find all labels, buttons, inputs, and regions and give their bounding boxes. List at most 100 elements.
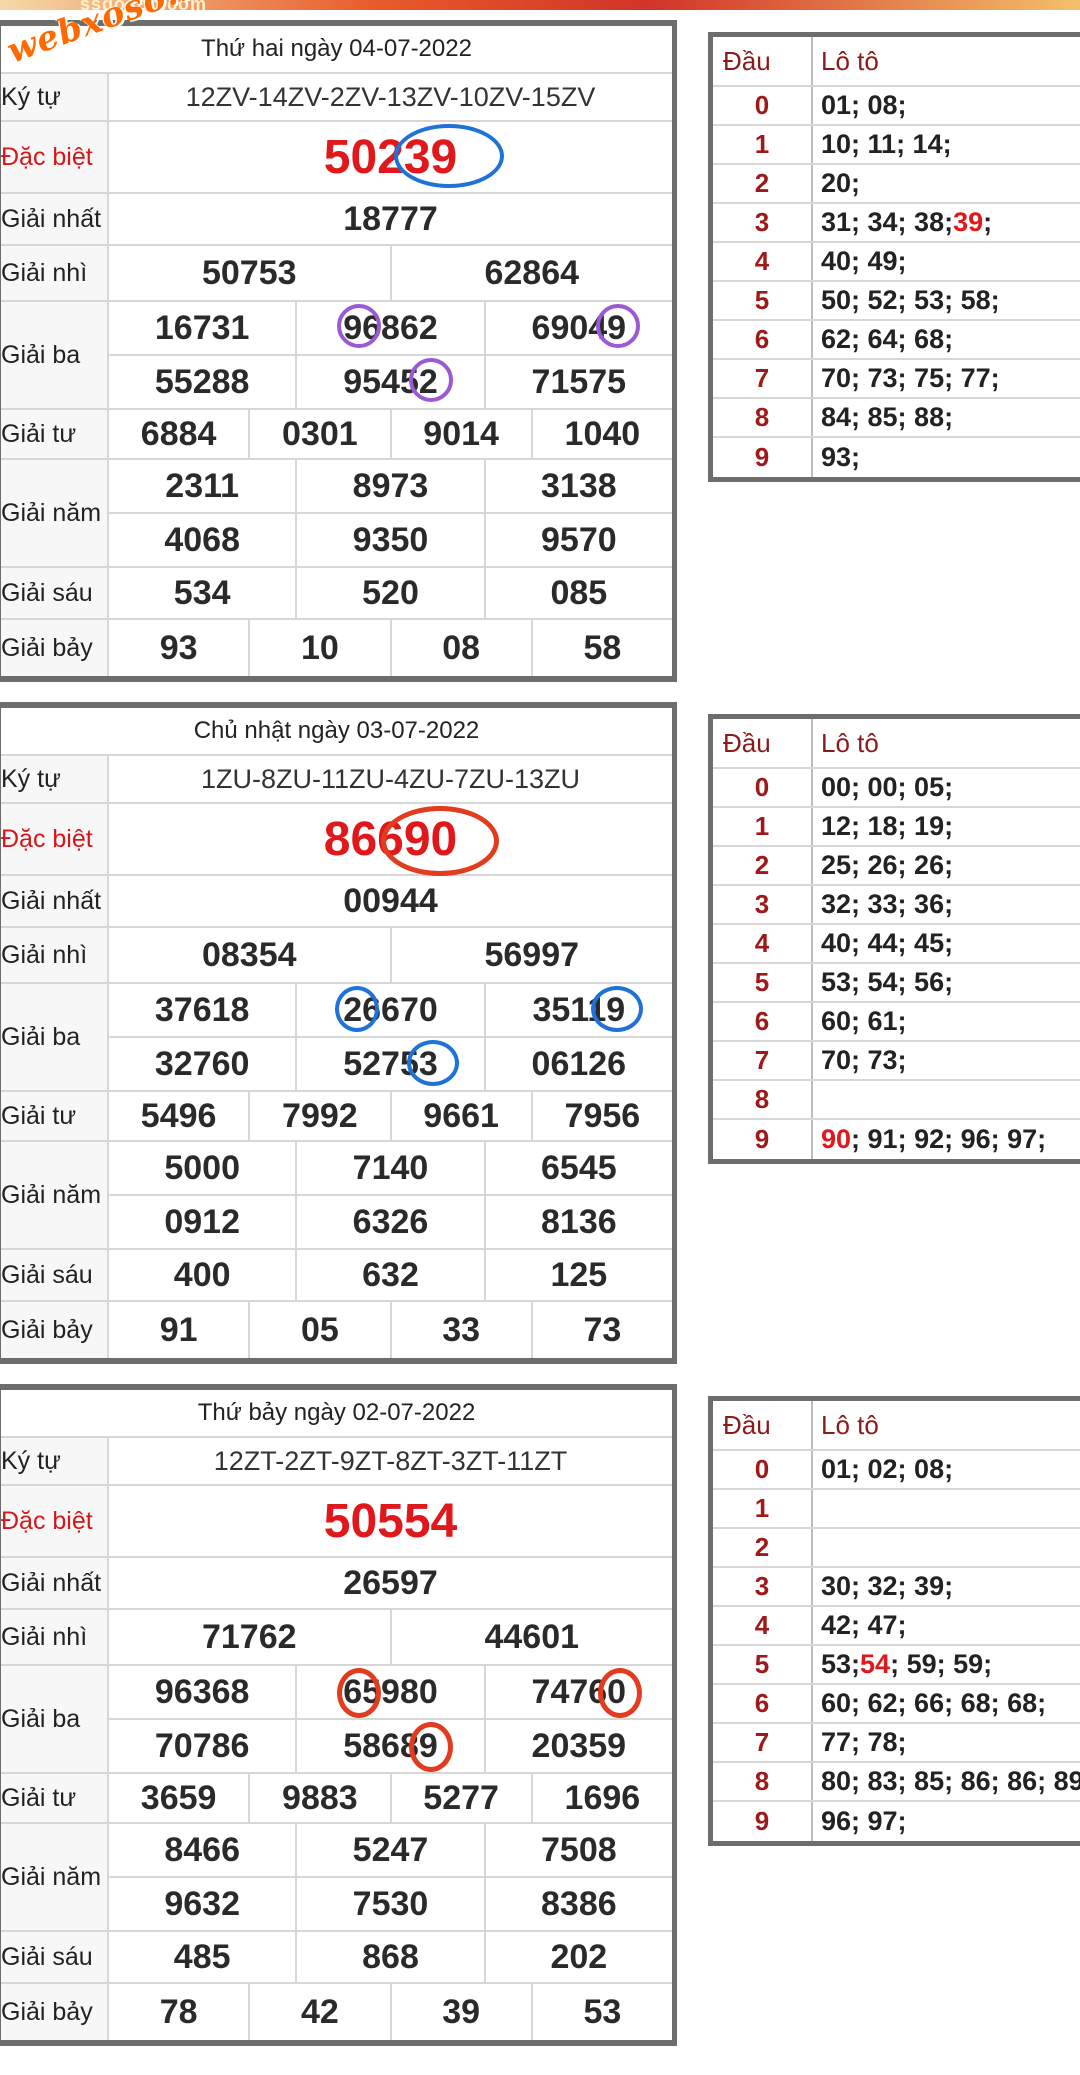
loto-row: 2 25; 26; 26; <box>713 847 1080 886</box>
prize-values: 12ZT-2ZT-9ZT-8ZT-3ZT-11ZT <box>109 1438 672 1484</box>
prize-subrow: 534 520 085 <box>109 568 672 618</box>
prize-subrow: 50239 <box>109 122 672 192</box>
loto-values: 84; 85; 88; <box>813 399 953 436</box>
loto-dau: 3 <box>713 1568 813 1605</box>
loto-text-after: ; 91; 92; 96; 97; <box>851 1124 1047 1154</box>
prize-number: 58 <box>583 628 622 667</box>
prize-row-g1: Giải nhất 00944 <box>1 876 672 928</box>
prize-number: 1696 <box>564 1778 641 1817</box>
prize-number: 78 <box>109 1984 251 2040</box>
prize-number: 5496 <box>109 1092 251 1140</box>
loto-row: 4 40; 44; 45; <box>713 925 1080 964</box>
loto-row: 4 42; 47; <box>713 1607 1080 1646</box>
prize-row-g4: Giải tư 6884 0301 9014 1040 <box>1 410 672 460</box>
loto-text-after: ; <box>983 207 993 237</box>
prize-number: 125 <box>550 1255 608 1294</box>
loto-row: 0 00; 00; 05; <box>713 769 1080 808</box>
loto-dau: 1 <box>713 1490 813 1527</box>
loto-values: 60; 62; 66; 68; 68; <box>813 1685 1046 1722</box>
prize-number: 50753 <box>109 246 392 300</box>
loto-header-loto: Lô tô <box>821 727 879 758</box>
prize-subrow: 9632 7530 8386 <box>109 1878 672 1930</box>
loto-dau: 1 <box>713 808 813 845</box>
prize-values: 93 10 08 58 <box>109 620 672 676</box>
loto-text: 32; 33; 36; <box>821 889 954 919</box>
prize-label: Giải năm <box>1 1824 109 1930</box>
prize-number: 69049 <box>486 302 672 354</box>
prize-subrow: 18777 <box>109 194 672 244</box>
prize-values: 16731 96862 69049 55288 95452 71575 <box>109 302 672 408</box>
loto-row: 8 84; 85; 88; <box>713 399 1080 438</box>
loto-dau: 4 <box>713 243 813 280</box>
prize-row-g5: Giải năm 5000 7140 6545 0912 6326 8136 <box>1 1142 672 1250</box>
loto-values: 60; 61; <box>813 1003 907 1040</box>
circle-annotation <box>590 986 643 1032</box>
loto-text: 70; 73; <box>821 1045 907 1075</box>
prize-number: 632 <box>297 1250 486 1300</box>
loto-text-after: ; 59; 59; <box>890 1649 993 1679</box>
prize-number: 9350 <box>297 514 486 566</box>
prize-number: 3138 <box>541 466 617 505</box>
prize-number: 534 <box>109 568 298 618</box>
prize-values: 485 868 202 <box>109 1932 672 1982</box>
prize-values: 50239 <box>109 122 672 192</box>
prize-subrow: 37618 26670 35119 <box>109 984 672 1038</box>
prize-subrow: 6884 0301 9014 1040 <box>109 410 672 458</box>
prize-values: 8466 5247 7508 9632 7530 8386 <box>109 1824 672 1930</box>
prize-label: Giải năm <box>1 460 109 566</box>
loto-header-dau: Đầu <box>713 37 813 85</box>
loto-dau: 6 <box>713 1685 813 1722</box>
prize-number: 5247 <box>297 1824 486 1876</box>
loto-dau: 0 <box>713 87 813 124</box>
loto-values: 40; 49; <box>813 243 907 280</box>
prize-row-kytu: Ký tự 1ZU-8ZU-11ZU-4ZU-7ZU-13ZU <box>1 756 672 804</box>
prize-number: 56997 <box>484 935 580 974</box>
loto-text: 20; <box>821 168 861 198</box>
prize-subrow: 78 42 39 53 <box>109 1984 672 2040</box>
prize-number: 20359 <box>531 1726 627 1765</box>
prize-label: Ký tự <box>1 1438 109 1484</box>
prize-number: 9883 <box>250 1774 392 1822</box>
circle-annotation <box>394 124 504 188</box>
prize-label: Giải nhì <box>1 928 109 982</box>
loto-row: 9 90; 91; 92; 96; 97; <box>713 1120 1080 1159</box>
prize-number: 65980 <box>297 1666 486 1718</box>
prize-row-g7: Giải bảy 91 05 33 73 <box>1 1302 672 1358</box>
prize-number: 26597 <box>343 1563 438 1602</box>
prize-number: 7992 <box>250 1092 392 1140</box>
circle-annotation <box>597 1668 642 1718</box>
prize-subrow: 16731 96862 69049 <box>109 302 672 356</box>
prize-label: Đặc biệt <box>1 804 109 874</box>
prize-row-g6: Giải sáu 485 868 202 <box>1 1932 672 1984</box>
loto-text: 84; 85; 88; <box>821 402 954 432</box>
loto-dau: 0 <box>713 769 813 806</box>
prize-label: Giải nhất <box>1 194 109 244</box>
prize-row-g6: Giải sáu 400 632 125 <box>1 1250 672 1302</box>
prize-row-g4: Giải tư 3659 9883 5277 1696 <box>1 1774 672 1824</box>
prize-number: 35119 <box>486 984 672 1036</box>
circle-annotation <box>595 304 640 348</box>
prize-number: 08354 <box>109 928 392 982</box>
prize-subrow: 1ZU-8ZU-11ZU-4ZU-7ZU-13ZU <box>109 756 672 802</box>
prize-values: 50554 <box>109 1486 672 1556</box>
prize-subrow: 08354 56997 <box>109 928 672 982</box>
loto-dau: 2 <box>713 165 813 202</box>
loto-table: Đầu Lô tô 0 00; 00; 05; 1 12; 18; 19; 2 25; 26;… <box>708 714 1080 1164</box>
prize-values: 1ZU-8ZU-11ZU-4ZU-7ZU-13ZU <box>109 756 672 802</box>
prize-number: 8136 <box>541 1202 617 1241</box>
prize-values: 26597 <box>109 1558 672 1608</box>
prize-number: 868 <box>297 1932 486 1982</box>
loto-values: 00; 00; 05; <box>813 769 953 806</box>
prize-subrow: 0912 6326 8136 <box>109 1196 672 1248</box>
loto-dau: 4 <box>713 1607 813 1644</box>
prize-subrow: 32760 52753 06126 <box>109 1038 672 1090</box>
prize-values: 400 632 125 <box>109 1250 672 1300</box>
loto-text: 10; 11; 14; <box>821 129 952 159</box>
prize-row-g2: Giải nhì 71762 44601 <box>1 1610 672 1666</box>
loto-dau: 8 <box>713 1081 813 1118</box>
loto-values: 30; 32; 39; <box>813 1568 953 1605</box>
prize-number: 12ZV-14ZV-2ZV-13ZV-10ZV-15ZV <box>185 81 596 112</box>
loto-dau: 2 <box>713 847 813 884</box>
prize-number: 202 <box>550 1937 608 1976</box>
prize-number: 95452 <box>297 356 486 408</box>
